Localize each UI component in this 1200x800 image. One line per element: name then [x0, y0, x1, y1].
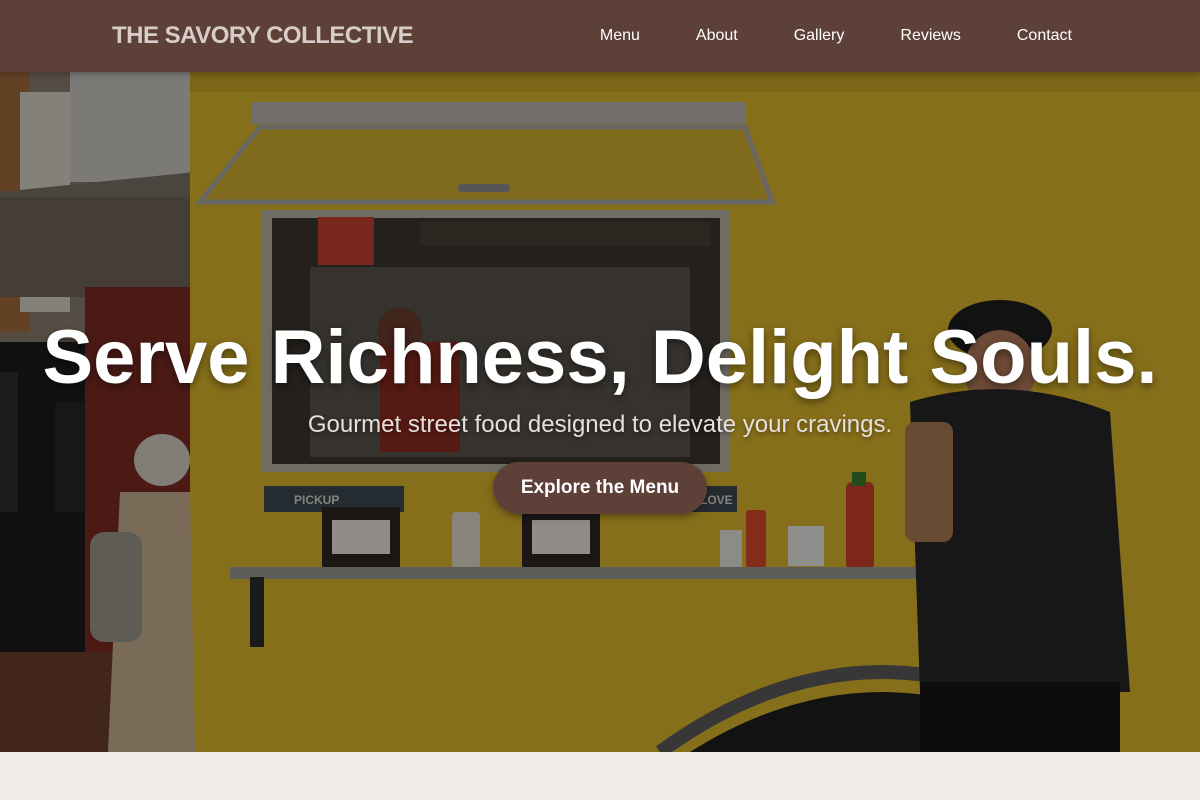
hero-section: PICKUP LOVE Serve Richness, Delight Souls… [0, 72, 1200, 752]
hero-title: Serve Richness, Delight Souls. [42, 315, 1158, 400]
brand-logo-text[interactable]: THE SAVORY COLLECTIVE [112, 21, 414, 51]
nav-link-gallery[interactable]: Gallery [794, 27, 845, 45]
explore-menu-button[interactable]: Explore the Menu [493, 462, 707, 514]
hero-subtitle: Gourmet street food designed to elevate … [307, 411, 893, 438]
next-section-preview [0, 752, 1200, 800]
nav-link-about[interactable]: About [696, 27, 738, 45]
nav-links: Menu About Gallery Reviews Contact [544, 0, 1072, 72]
nav-link-menu[interactable]: Menu [600, 27, 640, 45]
top-navbar: THE SAVORY COLLECTIVE Menu About Gallery… [0, 0, 1200, 72]
nav-link-reviews[interactable]: Reviews [900, 27, 960, 45]
nav-link-contact[interactable]: Contact [1017, 27, 1072, 45]
